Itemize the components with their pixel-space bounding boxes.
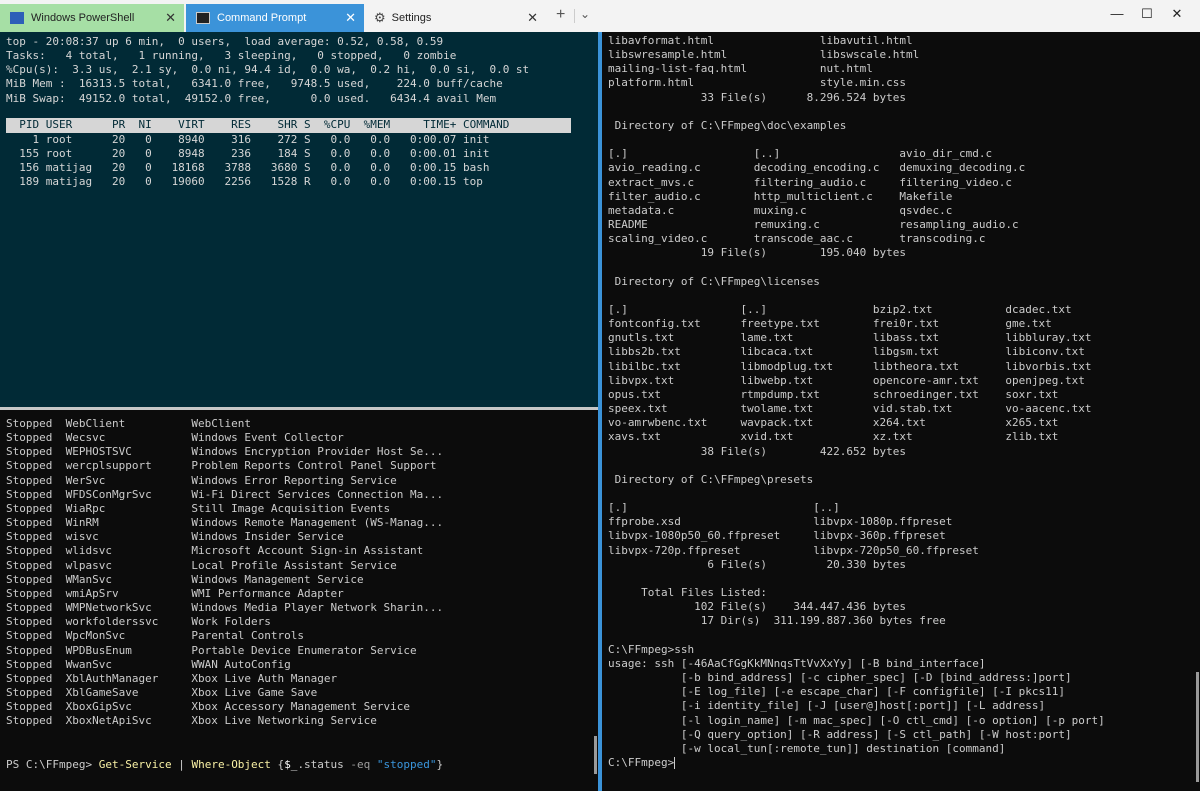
terminal-pane-bottom[interactable]: Stopped WebClient WebClient Stopped Wecs… <box>0 410 598 791</box>
powershell-command-line[interactable]: PS C:\FFmpeg> Get-Service | Where-Object… <box>6 758 443 772</box>
process-table-header: PID USER PR NI VIRT RES SHR S %CPU %MEM … <box>6 118 571 133</box>
close-window-button[interactable]: ✕ <box>1162 6 1192 22</box>
property: .status <box>297 758 351 771</box>
pipe: | <box>171 758 192 771</box>
tab-separator <box>574 9 575 23</box>
cmd-icon <box>196 12 210 24</box>
tab-settings[interactable]: ⚙ Settings ✕ <box>366 4 546 32</box>
scrollbar[interactable] <box>1196 672 1199 782</box>
close-tab-icon[interactable]: ✕ <box>345 10 356 26</box>
close-tab-icon[interactable]: ✕ <box>527 10 538 26</box>
process-table: 1 root 20 0 8940 316 272 S 0.0 0.0 0:00.… <box>19 133 490 189</box>
brace: { <box>270 758 285 771</box>
cmd-prompt: C:\FFmpeg> <box>608 755 675 769</box>
tab-label: Windows PowerShell <box>31 12 135 24</box>
tab-label: Settings <box>391 12 432 24</box>
terminal-pane-top[interactable]: top - 20:08:37 up 6 min, 0 users, load a… <box>0 32 598 407</box>
powershell-icon <box>10 12 24 24</box>
terminal-pane-right[interactable]: libavformat.html libavutil.html libswres… <box>602 32 1200 791</box>
variable: $_ <box>284 758 298 771</box>
directory-listing-output: libavformat.html libavutil.html libswres… <box>608 34 1105 770</box>
close-tab-icon[interactable]: ✕ <box>165 10 176 26</box>
maximize-button[interactable]: ☐ <box>1132 6 1162 22</box>
chevron-down-icon[interactable]: ⌄ <box>580 7 590 21</box>
string-literal: "stopped" <box>376 758 437 771</box>
service-list: Stopped WebClient WebClient Stopped Wecs… <box>6 417 444 728</box>
gear-icon: ⚙ <box>374 10 386 25</box>
command: Get-Service <box>98 758 172 771</box>
new-tab-button[interactable]: + <box>556 6 565 24</box>
tab-label: Command Prompt <box>217 12 307 24</box>
tab-command-prompt[interactable]: Command Prompt ✕ <box>186 4 364 32</box>
brace: } <box>436 758 444 771</box>
prompt: PS C:\FFmpeg> <box>6 758 99 771</box>
top-summary: top - 20:08:37 up 6 min, 0 users, load a… <box>6 35 530 105</box>
operator: -eq <box>350 758 371 771</box>
scrollbar[interactable] <box>594 736 597 774</box>
minimize-button[interactable]: — <box>1102 6 1132 21</box>
tab-bar: Windows PowerShell ✕ Command Prompt ✕ ⚙ … <box>0 0 1200 32</box>
command: Where-Object <box>191 758 271 771</box>
text-cursor <box>674 756 676 769</box>
tab-windows-powershell[interactable]: Windows PowerShell ✕ <box>0 4 184 32</box>
output-text: libavformat.html libavutil.html libswres… <box>608 34 1105 755</box>
